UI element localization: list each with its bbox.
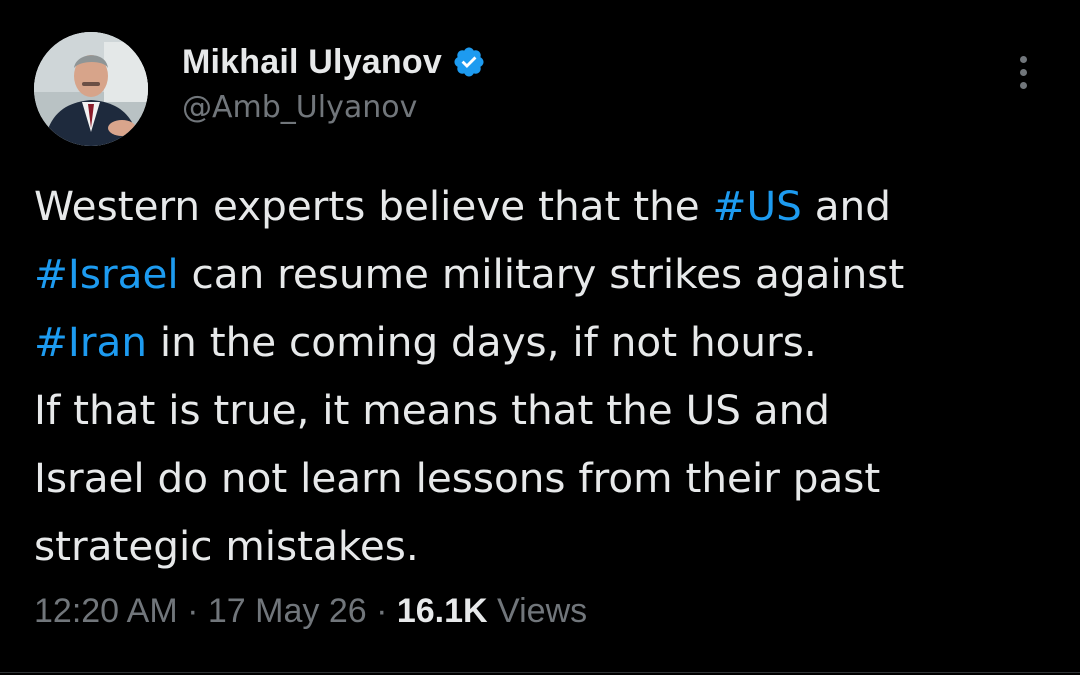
avatar-image [34,32,148,146]
author-name-row[interactable]: Mikhail Ulyanov [182,40,486,84]
tweet-text-segment: in the coming days, if not hours. [147,318,817,366]
tweet-text-line: #Israel can resume military strikes agai… [34,240,1054,308]
tweet-text-segment: Western experts believe that the [34,182,713,230]
verified-badge-icon [452,45,486,79]
hashtag-link[interactable]: #US [713,182,802,230]
divider [0,672,1080,673]
tweet-text: Western experts believe that the #US and… [34,172,1054,580]
tweet-text-segment: and [801,182,891,230]
tweet-text-line: If that is true, it means that the US an… [34,376,1054,444]
views-label: Views [487,592,588,630]
meta-separator-1: · [177,592,208,630]
more-options-icon[interactable] [1010,56,1036,96]
tweet-meta: 12:20 AM · 17 May 26 · 16.1K Views [34,592,587,631]
tweet-text-line: Israel do not learn lessons from their p… [34,444,1054,512]
tweet-time[interactable]: 12:20 AM [34,592,178,630]
tweet-text-segment: can resume military strikes against [178,250,905,298]
hashtag-link[interactable]: #Iran [34,318,147,366]
hashtag-link[interactable]: #Israel [34,250,179,298]
tweet-text-segment: If that is true, it means that the US an… [34,386,830,434]
views-count[interactable]: 16.1K [397,592,488,630]
tweet-text-segment: Israel do not learn lessons from their p… [34,454,881,502]
tweet-text-line: Western experts believe that the #US and [34,172,1054,240]
tweet-text-line: #Iran in the coming days, if not hours. [34,308,1054,376]
tweet-date[interactable]: 17 May 26 [208,592,367,630]
author-handle[interactable]: @Amb_Ulyanov [182,90,417,125]
avatar[interactable] [34,32,148,146]
meta-separator-2: · [366,592,397,630]
tweet-text-line: strategic mistakes. [34,512,1054,580]
tweet-card: Mikhail Ulyanov @Amb_Ulyanov Western exp… [0,0,1080,675]
author-display-name[interactable]: Mikhail Ulyanov [182,43,442,82]
tweet-text-segment: strategic mistakes. [34,522,419,570]
